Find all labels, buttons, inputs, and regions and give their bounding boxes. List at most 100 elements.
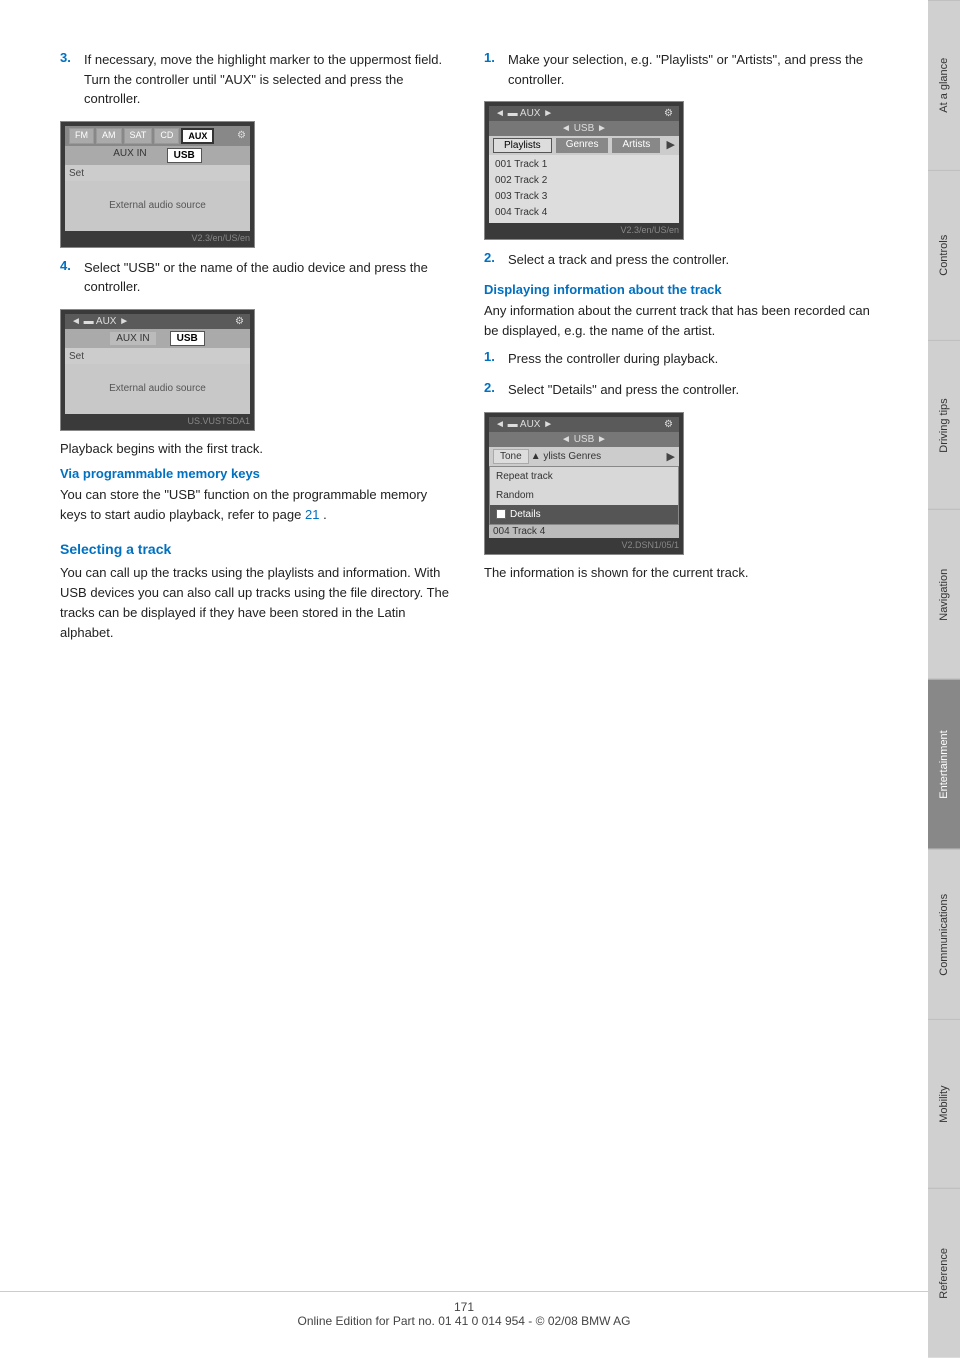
screen2-row1: AUX IN USB (65, 329, 250, 348)
step-press-num: 1. (484, 349, 500, 369)
screen3-nav-tabs: Playlists Genres Artists ▶ (489, 136, 679, 155)
screen4-arrow: ▶ (667, 450, 675, 463)
sidebar-tab-reference[interactable]: Reference (928, 1188, 960, 1358)
screen4-nav: Tone ▲ ylists Genres ▶ (489, 447, 679, 466)
two-col-layout: 3. If necessary, move the highlight mark… (60, 50, 878, 651)
sidebar-tab-label-4: Navigation (938, 569, 950, 621)
repeat-track-row: Repeat track (490, 467, 678, 486)
left-column: 3. If necessary, move the highlight mark… (60, 50, 454, 651)
screen1-label-area: Set (65, 165, 250, 181)
screen4-caption: V2.DSN1/05/1 (489, 540, 679, 550)
details-menu: Repeat track Random Details (489, 466, 679, 525)
footer: 171 Online Edition for Part no. 01 41 0 … (0, 1291, 928, 1328)
screen2-topbar: ◄ ▬ AUX ► ⚙ (65, 314, 250, 329)
step-2-right-num: 2. (484, 250, 500, 270)
track-row-2: 002 Track 2 (493, 173, 675, 189)
displaying-text: Any information about the current track … (484, 301, 878, 341)
via-text: You can store the "USB" function on the … (60, 487, 427, 522)
screen2-usb: USB (170, 331, 205, 346)
step-2-right: 2. Select a track and press the controll… (484, 250, 878, 270)
details-row[interactable]: Details (490, 505, 678, 524)
screen1-usb: USB (167, 148, 202, 163)
step-1-right-num: 1. (484, 50, 500, 89)
screen-1: FM AM SAT CD AUX ⚙ AUX IN USB Set (60, 121, 255, 248)
sidebar-tab-at-a-glance[interactable]: At a glance (928, 0, 960, 170)
screen2-auxin: AUX IN (110, 332, 155, 345)
screen4-topbar: ◄ ▬ AUX ► ⚙ (489, 417, 679, 432)
details-checkbox (496, 509, 506, 519)
step-press-text: Press the controller during playback. (508, 349, 718, 369)
screen-2: ◄ ▬ AUX ► ⚙ AUX IN USB Set External audi… (60, 309, 255, 431)
selecting-heading: Selecting a track (60, 541, 454, 557)
aux-btn-active[interactable]: AUX (181, 128, 214, 144)
tone-btn: Tone (493, 449, 529, 464)
step-details-num: 2. (484, 380, 500, 400)
playlists-tab[interactable]: Playlists (493, 138, 552, 153)
step-1-right: 1. Make your selection, e.g. "Playlists"… (484, 50, 878, 89)
step-press-controller: 1. Press the controller during playback. (484, 349, 878, 369)
screen2-topbar-text: ◄ ▬ AUX ► (71, 316, 129, 327)
screen3-topbar-icon: ⚙ (664, 108, 673, 119)
step-4: 4. Select "USB" or the name of the audio… (60, 258, 454, 297)
screen2-topbar-icon: ⚙ (235, 316, 244, 327)
radio-buttons-row: FM AM SAT CD AUX ⚙ (65, 126, 250, 146)
screen2-set-label: Set (69, 351, 84, 362)
step-4-num: 4. (60, 258, 76, 297)
via-heading: Via programmable memory keys (60, 466, 454, 481)
screen3-caption: V2.3/en/US/en (489, 225, 679, 235)
sidebar-tab-driving-tips[interactable]: Driving tips (928, 340, 960, 510)
playback-note: Playback begins with the first track. (60, 441, 454, 456)
sidebar-tab-entertainment[interactable]: Entertainment (928, 679, 960, 849)
screen2-content-text: External audio source (109, 383, 206, 394)
sidebar-tabs: At a glance Controls Driving tips Naviga… (928, 0, 960, 1358)
via-text2: . (323, 507, 327, 522)
track-row-4: 004 Track 4 (493, 205, 675, 221)
genres-tab[interactable]: Genres (556, 138, 609, 153)
screen1-auxin: AUX IN (113, 148, 146, 163)
details-label: Details (510, 507, 541, 522)
via-body: You can store the "USB" function on the … (60, 485, 454, 525)
right-column: 1. Make your selection, e.g. "Playlists"… (484, 50, 878, 651)
sat-btn[interactable]: SAT (124, 128, 153, 144)
screen4-bottom: 004 Track 4 (489, 525, 679, 538)
am-btn[interactable]: AM (96, 128, 122, 144)
screen1-icon: ⚙ (237, 130, 246, 141)
step-3-text: If necessary, move the highlight marker … (84, 50, 454, 109)
main-content: 3. If necessary, move the highlight mark… (0, 0, 928, 1358)
screen1-caption: V2.3/en/US/en (65, 233, 250, 243)
via-link[interactable]: 21 (305, 507, 319, 522)
sidebar-tab-label-5: Entertainment (938, 730, 950, 798)
screen2-label-area: Set (65, 348, 250, 364)
screen4-usb-row: ◄ USB ► (489, 432, 679, 447)
screen4-topbar-icon: ⚙ (664, 419, 673, 430)
screen-3: ◄ ▬ AUX ► ⚙ ◄ USB ► Playlists Genres Art… (484, 101, 684, 240)
screen3-usb-row: ◄ USB ► (489, 121, 679, 136)
step-details-text: Select "Details" and press the controlle… (508, 380, 739, 400)
cd-btn[interactable]: CD (154, 128, 179, 144)
sidebar-tab-navigation[interactable]: Navigation (928, 509, 960, 679)
track-row-1: 001 Track 1 (493, 157, 675, 173)
sidebar-tab-communications[interactable]: Communications (928, 849, 960, 1019)
artists-tab[interactable]: Artists (612, 138, 660, 153)
page-container: 3. If necessary, move the highlight mark… (0, 0, 960, 1358)
sidebar-tab-label-8: Reference (938, 1248, 950, 1299)
page-number: 171 (454, 1300, 474, 1314)
track-row-3: 003 Track 3 (493, 189, 675, 205)
screen3-arrow: ▶ (667, 138, 675, 153)
screen-4: ◄ ▬ AUX ► ⚙ ◄ USB ► Tone ▲ ylists Genres… (484, 412, 684, 555)
step-3-num: 3. (60, 50, 76, 109)
sidebar-tab-controls[interactable]: Controls (928, 170, 960, 340)
screen3-topbar-text: ◄ ▬ AUX ► (495, 108, 553, 119)
screen1-row2: AUX IN USB (65, 146, 250, 165)
screen4-nav-partial: ▲ ylists Genres (531, 451, 601, 462)
step-2-right-text: Select a track and press the controller. (508, 250, 729, 270)
info-text: The information is shown for the current… (484, 565, 878, 580)
sidebar-tab-label-6: Communications (938, 893, 950, 975)
selecting-text: You can call up the tracks using the pla… (60, 563, 454, 644)
screen1-content-text: External audio source (109, 200, 206, 211)
sidebar-tab-label-3: Driving tips (938, 398, 950, 452)
sidebar-tab-mobility[interactable]: Mobility (928, 1019, 960, 1189)
screen3-track-list: 001 Track 1 002 Track 2 003 Track 3 004 … (489, 155, 679, 223)
step-4-text: Select "USB" or the name of the audio de… (84, 258, 454, 297)
fm-btn[interactable]: FM (69, 128, 94, 144)
